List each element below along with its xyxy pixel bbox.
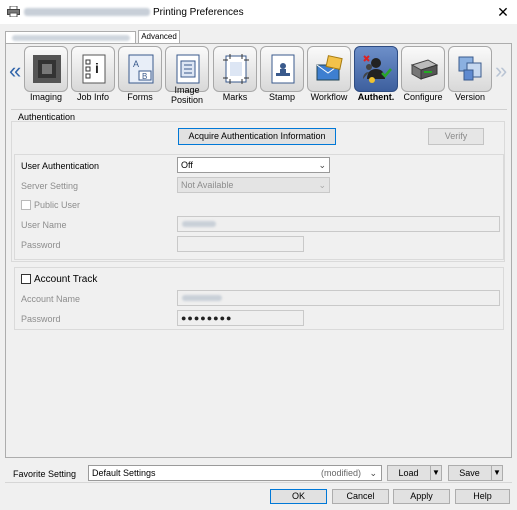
public-user-label: Public User — [34, 200, 81, 210]
footer-divider — [5, 482, 512, 483]
save-button[interactable]: Save ▼ — [448, 465, 503, 481]
user-authentication-value: Off — [181, 160, 193, 170]
acquire-authentication-button[interactable]: Acquire Authentication Information — [178, 128, 336, 145]
server-setting-select[interactable]: Not Available ⌄ — [177, 177, 330, 193]
chevron-down-icon: ⌄ — [369, 468, 377, 478]
server-setting-value: Not Available — [181, 180, 234, 190]
printer-name-redacted — [24, 8, 150, 16]
scroll-right-icon[interactable]: » — [495, 60, 507, 82]
cancel-button[interactable]: Cancel — [332, 489, 389, 504]
load-dropdown-icon[interactable]: ▼ — [430, 466, 441, 480]
server-setting-label: Server Setting — [21, 181, 79, 191]
account-name-redacted — [182, 295, 222, 301]
stamp-icon — [271, 54, 295, 84]
toolbar-item-configure[interactable] — [401, 46, 445, 92]
save-button-label: Save — [459, 468, 480, 478]
forms-icon: AB — [128, 54, 154, 84]
user-authentication-label: User Authentication — [21, 161, 100, 171]
chevron-down-icon: ⌄ — [318, 180, 326, 190]
password-label: Password — [21, 240, 61, 250]
chevron-down-icon: ⌄ — [318, 160, 326, 170]
account-track-checkbox[interactable] — [21, 274, 31, 284]
verify-button[interactable]: Verify — [428, 128, 484, 145]
workflow-icon — [316, 55, 343, 81]
favorite-setting-value: Default Settings — [92, 468, 156, 478]
ok-button[interactable]: OK — [270, 489, 327, 504]
password-input[interactable] — [177, 236, 304, 252]
toolbar-item-stamp[interactable] — [260, 46, 304, 92]
favorite-setting-select[interactable]: Default Settings (modified) ⌄ — [88, 465, 382, 481]
window-title: Printing Preferences — [153, 7, 244, 18]
svg-text:B: B — [142, 72, 147, 81]
job-info-icon: i — [82, 54, 106, 84]
account-password-label: Password — [21, 314, 61, 324]
apply-button[interactable]: Apply — [393, 489, 450, 504]
toolbar-item-authentication[interactable] — [354, 46, 398, 92]
load-button-label: Load — [398, 468, 419, 478]
svg-text:i: i — [95, 60, 99, 76]
tab-advanced[interactable]: Advanced — [138, 30, 180, 44]
user-name-input[interactable] — [177, 216, 500, 232]
account-name-input[interactable] — [177, 290, 500, 306]
favorite-setting-label: Favorite Setting — [13, 469, 77, 479]
image-position-icon — [176, 54, 200, 84]
toolbar-item-imaging[interactable] — [24, 46, 68, 92]
toolbar-item-version[interactable] — [448, 46, 492, 92]
configure-icon — [410, 59, 439, 80]
toolbar-item-job-info[interactable]: i — [71, 46, 115, 92]
user-name-redacted — [182, 221, 216, 227]
printer-icon — [7, 6, 20, 17]
save-dropdown-icon[interactable]: ▼ — [491, 466, 502, 480]
title-bar: Printing Preferences ✕ — [0, 0, 517, 24]
version-icon — [458, 56, 482, 81]
user-name-label: User Name — [21, 220, 67, 230]
toolbar-item-marks[interactable] — [213, 46, 257, 92]
favorite-modified-text: (modified) — [320, 468, 361, 478]
svg-text:A: A — [133, 59, 139, 69]
scroll-left-icon[interactable]: « — [9, 60, 21, 82]
help-button[interactable]: Help — [455, 489, 510, 504]
close-icon[interactable]: ✕ — [493, 3, 513, 21]
toolbar-item-forms[interactable]: AB — [118, 46, 162, 92]
toolbar-label-version: Version — [454, 92, 486, 102]
imaging-icon — [33, 55, 61, 83]
toolbar-item-workflow[interactable] — [307, 46, 351, 92]
account-name-label: Account Name — [21, 294, 81, 304]
load-button[interactable]: Load ▼ — [387, 465, 442, 481]
authentication-icon — [363, 55, 392, 83]
user-authentication-select[interactable]: Off ⌄ — [177, 157, 330, 173]
account-track-label: Account Track — [34, 274, 98, 285]
account-password-input[interactable]: ●●●●●●●● — [177, 310, 304, 326]
toolbar-separator — [11, 109, 507, 110]
marks-icon — [223, 54, 249, 84]
public-user-checkbox[interactable] — [21, 200, 31, 210]
